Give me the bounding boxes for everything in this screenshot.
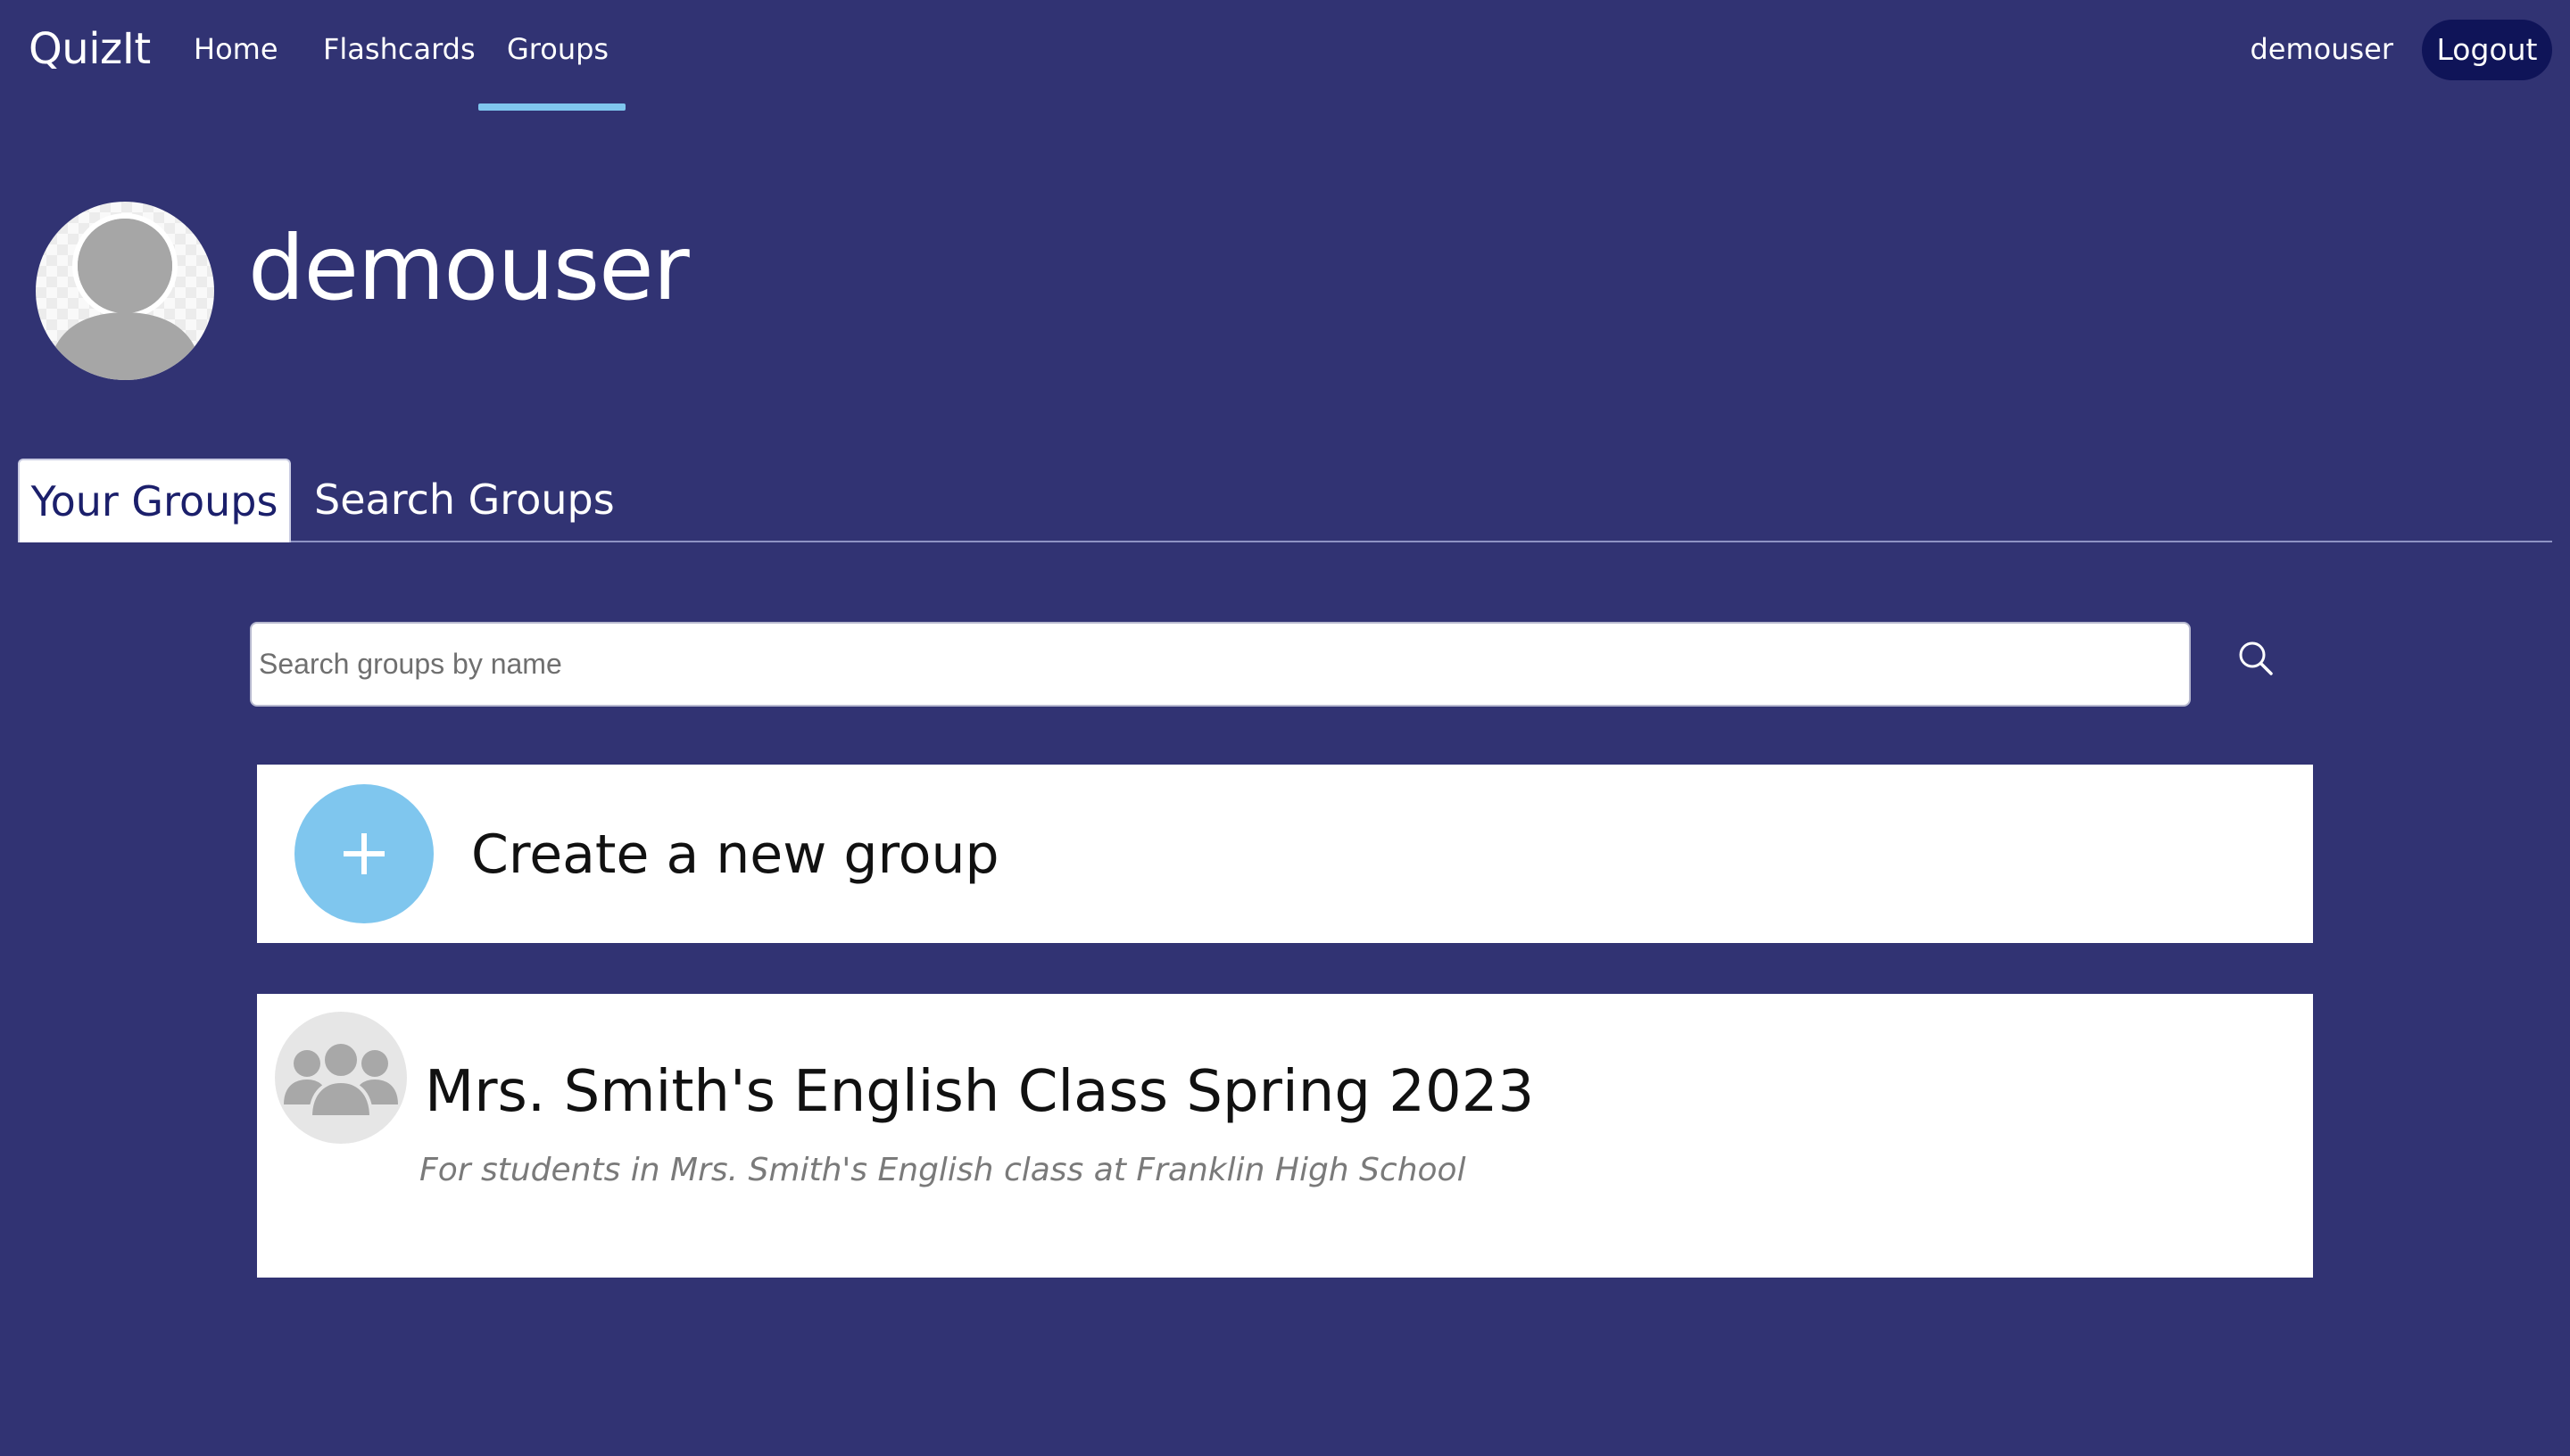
- group-description: For students in Mrs. Smith's English cla…: [419, 1152, 1466, 1188]
- top-navbar: QuizIt Home Flashcards Groups demouser L…: [0, 0, 2570, 111]
- search-input[interactable]: [250, 622, 2191, 707]
- nav-active-indicator: [478, 103, 626, 111]
- logout-button[interactable]: Logout: [2422, 20, 2552, 80]
- tab-search-groups[interactable]: Search Groups: [314, 473, 615, 526]
- create-group-label: Create a new group: [471, 823, 999, 886]
- group-name[interactable]: Mrs. Smith's English Class Spring 2023: [425, 1056, 1534, 1128]
- nav-link-flashcards[interactable]: Flashcards: [323, 29, 476, 70]
- group-card[interactable]: Mrs. Smith's English Class Spring 2023 F…: [257, 994, 2313, 1278]
- group-icon: [275, 1012, 407, 1144]
- default-user-avatar-icon: [48, 213, 202, 380]
- profile-avatar: [36, 202, 214, 380]
- search-icon[interactable]: [2236, 639, 2276, 678]
- tab-your-groups[interactable]: Your Groups: [18, 459, 291, 542]
- brand-logo[interactable]: QuizIt: [29, 21, 151, 77]
- tabs-divider: [18, 541, 2552, 542]
- profile-username: demouser: [248, 216, 690, 320]
- plus-icon[interactable]: [294, 784, 434, 923]
- nav-link-groups[interactable]: Groups: [507, 29, 609, 70]
- nav-username: demouser: [2250, 32, 2393, 66]
- create-group-card[interactable]: Create a new group: [257, 765, 2313, 943]
- nav-link-home[interactable]: Home: [194, 29, 278, 70]
